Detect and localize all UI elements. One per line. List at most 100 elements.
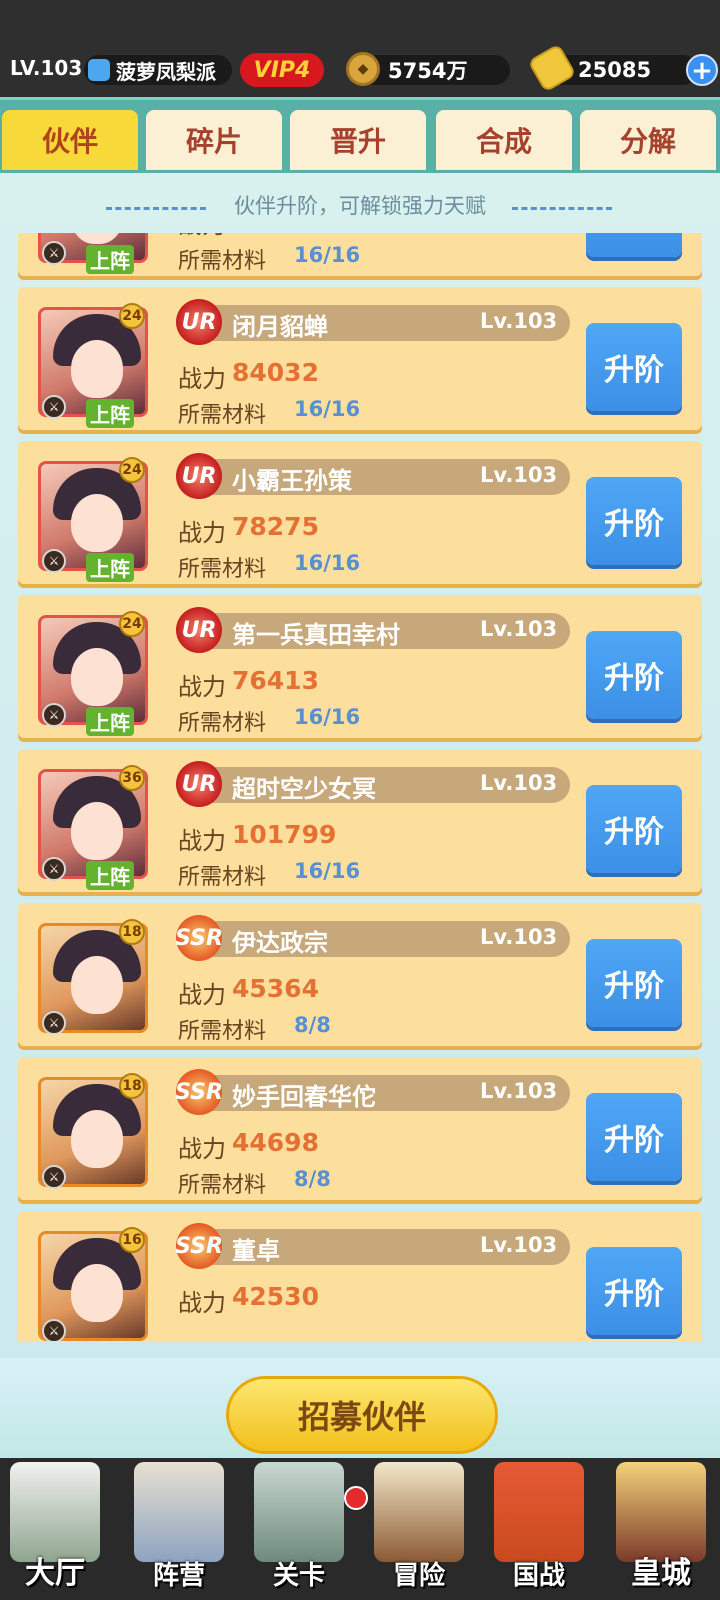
copper-coin-icon: ◆	[346, 52, 380, 86]
deployed-tag: 上阵	[86, 861, 134, 890]
player-name: 菠萝凤梨派	[116, 59, 216, 84]
star-level-badge: 24	[119, 457, 145, 483]
rarity-badge: SSR	[175, 915, 223, 961]
rarity-badge: UR	[176, 299, 222, 345]
star-level-badge: 18	[119, 1073, 145, 1099]
portrait-face	[71, 340, 123, 398]
partner-name: 伊达政宗	[232, 929, 328, 957]
upgrade-button[interactable]: 升阶	[586, 939, 682, 1027]
power-value: 44698	[232, 1128, 319, 1157]
deployed-tag: 上阵	[86, 245, 134, 274]
power-label: 战力	[178, 1289, 226, 1317]
materials-value: 16/16	[294, 859, 361, 883]
gold-amount: 25085	[578, 58, 652, 82]
upgrade-hint: 伙伴升阶，可解锁强力天赋	[234, 194, 486, 218]
nav-camp[interactable]: 阵营	[124, 1462, 234, 1592]
nav-nation-war-label: 国战	[512, 1561, 565, 1591]
partner-card[interactable]: 24 ⚔ 上阵 UR 小霸王孙策 Lv.103 战力 78275 所需材料 16…	[18, 441, 702, 584]
tab-fragments[interactable]: 碎片	[146, 110, 282, 170]
tab-partners[interactable]: 伙伴	[2, 110, 138, 170]
materials-label: 所需材料	[178, 1019, 267, 1044]
tab-bar: 伙伴 碎片 晋升 合成 分解	[0, 97, 720, 173]
materials-label: 所需材料	[178, 711, 267, 736]
nav-stage[interactable]: 关卡	[244, 1462, 354, 1592]
partner-card[interactable]: 24 ⚔ 上阵 UR 第一兵真田幸村 Lv.103 战力 76413 所需材料 …	[18, 595, 702, 738]
upgrade-button[interactable]: 升阶	[586, 233, 682, 257]
materials-value: 16/16	[294, 705, 361, 729]
coin-amount: 5754万	[388, 59, 468, 83]
partner-card[interactable]: 24 ⚔ 上阵 UR 闭月貂蝉 Lv.103 战力 84032 所需材料 16/…	[18, 287, 702, 430]
partner-card[interactable]: 36 ⚔ 上阵 UR 超时空少女冥 Lv.103 战力 101799 所需材料 …	[18, 749, 702, 892]
partner-level: Lv.103	[480, 309, 558, 333]
power-value: 84032	[232, 358, 319, 387]
bottom-navigation: 大厅 阵营 关卡 冒险 国战 皇城	[0, 1458, 720, 1600]
upgrade-button[interactable]: 升阶	[586, 1093, 682, 1181]
upgrade-button[interactable]: 升阶	[586, 1247, 682, 1335]
upgrade-button[interactable]: 升阶	[586, 785, 682, 873]
vip-badge[interactable]: VIP4	[240, 53, 324, 87]
rarity-badge: UR	[176, 761, 222, 807]
partner-card[interactable]: ⚔ 上阵 战力 79217 所需材料 16/16 升阶	[18, 233, 702, 276]
materials-label: 所需材料	[178, 403, 267, 428]
upgrade-button[interactable]: 升阶	[586, 323, 682, 411]
partner-list[interactable]: ⚔ 上阵 战力 79217 所需材料 16/16 升阶 24 ⚔ 上阵 UR 闭…	[0, 233, 720, 1341]
power-label: 战力	[178, 827, 226, 855]
partner-level: Lv.103	[480, 925, 558, 949]
castle-icon	[10, 1462, 100, 1562]
rarity-badge: UR	[176, 453, 222, 499]
portrait-face	[71, 802, 123, 860]
player-flag-icon	[88, 59, 110, 81]
deployed-tag: 上阵	[86, 399, 134, 428]
partner-panel: 伙伴升阶，可解锁强力天赋 ⚔ 上阵 战力 79217 所需材料 16/16 升阶…	[0, 173, 720, 1358]
power-label: 战力	[178, 519, 226, 547]
hint-divider-right	[512, 207, 612, 210]
materials-value: 8/8	[294, 1013, 331, 1037]
star-level-badge: 16	[119, 1227, 145, 1253]
power-label: 战力	[178, 673, 226, 701]
portrait-face	[71, 1264, 123, 1322]
recruit-area: 招募伙伴	[0, 1358, 720, 1458]
power-value: 76413	[232, 666, 319, 695]
ship-icon	[374, 1462, 464, 1562]
tab-synthesize[interactable]: 合成	[436, 110, 572, 170]
sword-pin-icon: ⚔	[42, 1011, 66, 1035]
nav-lobby[interactable]: 大厅	[0, 1462, 110, 1592]
partner-level: Lv.103	[480, 463, 558, 487]
deployed-tag: 上阵	[86, 707, 134, 736]
add-gold-button[interactable]: +	[686, 54, 718, 86]
nav-adventure-label: 冒险	[392, 1561, 445, 1591]
materials-value: 8/8	[294, 1167, 331, 1191]
portrait-face	[71, 956, 123, 1014]
rarity-badge: SSR	[175, 1223, 223, 1269]
nav-lobby-label: 大厅	[25, 1556, 85, 1591]
star-level-badge: 18	[119, 919, 145, 945]
materials-value: 16/16	[294, 551, 361, 575]
power-value: 45364	[232, 974, 319, 1003]
portrait-face	[71, 233, 123, 244]
materials-label: 所需材料	[178, 557, 267, 582]
partner-level: Lv.103	[480, 1233, 558, 1257]
power-label: 战力	[178, 981, 226, 1009]
partner-name: 闭月貂蝉	[232, 313, 328, 341]
tab-promote[interactable]: 晋升	[290, 110, 426, 170]
partner-card[interactable]: 18 ⚔ SSR 伊达政宗 Lv.103 战力 45364 所需材料 8/8 升…	[18, 903, 702, 1046]
partner-card[interactable]: 16 ⚔ SSR 董卓 Lv.103 战力 42530 升阶	[18, 1211, 702, 1341]
player-name-pill[interactable]: 菠萝凤梨派	[84, 55, 232, 85]
nav-stage-label: 关卡	[272, 1561, 325, 1591]
nav-nation-war[interactable]: 国战	[484, 1462, 594, 1592]
nav-camp-label: 阵营	[152, 1561, 205, 1591]
nav-imperial-city-label: 皇城	[631, 1556, 691, 1591]
tab-decompose[interactable]: 分解	[580, 110, 716, 170]
star-level-badge: 24	[119, 611, 145, 637]
top-status-bar: LV.103 菠萝凤梨派 VIP4 5754万 ◆ 25085 +	[0, 0, 720, 97]
gold-ingot-icon	[527, 43, 577, 93]
partner-card[interactable]: 18 ⚔ SSR 妙手回春华佗 Lv.103 战力 44698 所需材料 8/8…	[18, 1057, 702, 1200]
upgrade-button[interactable]: 升阶	[586, 631, 682, 719]
upgrade-button[interactable]: 升阶	[586, 477, 682, 565]
rarity-badge: SSR	[175, 1069, 223, 1115]
recruit-partner-button[interactable]: 招募伙伴	[226, 1376, 498, 1454]
adventure-notification-dot	[344, 1486, 368, 1510]
nav-imperial-city[interactable]: 皇城	[606, 1462, 716, 1592]
player-level: LV.103	[10, 56, 83, 80]
nav-adventure[interactable]: 冒险	[364, 1462, 474, 1592]
